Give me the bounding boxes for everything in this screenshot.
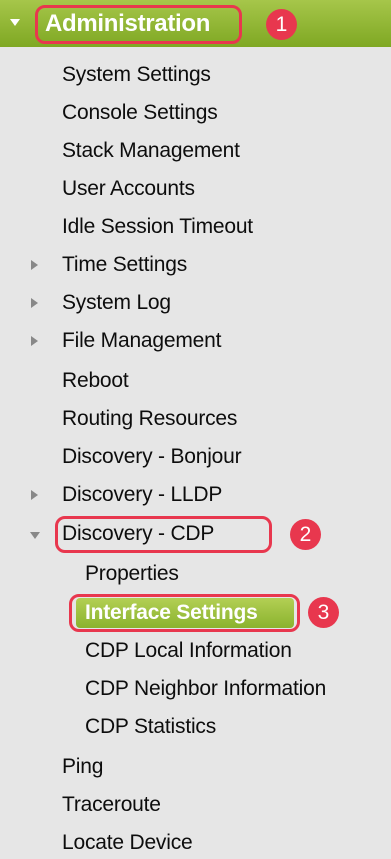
navigation-tree: Administration 1 System Settings Console… — [0, 0, 391, 859]
expand-arrow-icon[interactable] — [31, 336, 38, 346]
expand-caret-icon — [10, 19, 20, 26]
nav-item-ping[interactable]: Ping — [62, 754, 103, 780]
nav-subitem-cdp-statistics[interactable]: CDP Statistics — [85, 714, 216, 740]
nav-item-system-settings[interactable]: System Settings — [62, 62, 211, 88]
nav-item-routing-resources[interactable]: Routing Resources — [62, 406, 237, 432]
nav-subitem-cdp-neighbor-information[interactable]: CDP Neighbor Information — [85, 676, 326, 702]
nav-item-stack-management[interactable]: Stack Management — [62, 138, 240, 164]
nav-item-file-management[interactable]: File Management — [62, 328, 221, 354]
step-badge-1: 1 — [266, 9, 297, 40]
nav-item-discovery-cdp[interactable]: Discovery - CDP — [62, 521, 214, 547]
nav-item-locate-device[interactable]: Locate Device — [62, 830, 193, 856]
expand-arrow-icon[interactable] — [31, 490, 38, 500]
expand-arrow-icon[interactable] — [31, 260, 38, 270]
collapse-arrow-icon[interactable] — [30, 532, 40, 539]
nav-item-discovery-lldp[interactable]: Discovery - LLDP — [62, 482, 222, 508]
nav-subitem-cdp-local-information[interactable]: CDP Local Information — [85, 638, 292, 664]
nav-item-reboot[interactable]: Reboot — [62, 368, 129, 394]
nav-section-label: Administration — [45, 10, 211, 37]
nav-subitem-interface-settings[interactable]: Interface Settings — [85, 600, 258, 626]
step-badge-2: 2 — [290, 519, 321, 550]
nav-item-time-settings[interactable]: Time Settings — [62, 252, 187, 278]
nav-item-user-accounts[interactable]: User Accounts — [62, 176, 195, 202]
nav-item-console-settings[interactable]: Console Settings — [62, 100, 218, 126]
nav-item-discovery-bonjour[interactable]: Discovery - Bonjour — [62, 444, 242, 470]
nav-item-idle-session-timeout[interactable]: Idle Session Timeout — [62, 214, 253, 240]
nav-item-traceroute[interactable]: Traceroute — [62, 792, 161, 818]
expand-arrow-icon[interactable] — [31, 298, 38, 308]
nav-item-system-log[interactable]: System Log — [62, 290, 171, 316]
nav-subitem-properties[interactable]: Properties — [85, 561, 179, 587]
step-badge-3: 3 — [308, 597, 339, 628]
